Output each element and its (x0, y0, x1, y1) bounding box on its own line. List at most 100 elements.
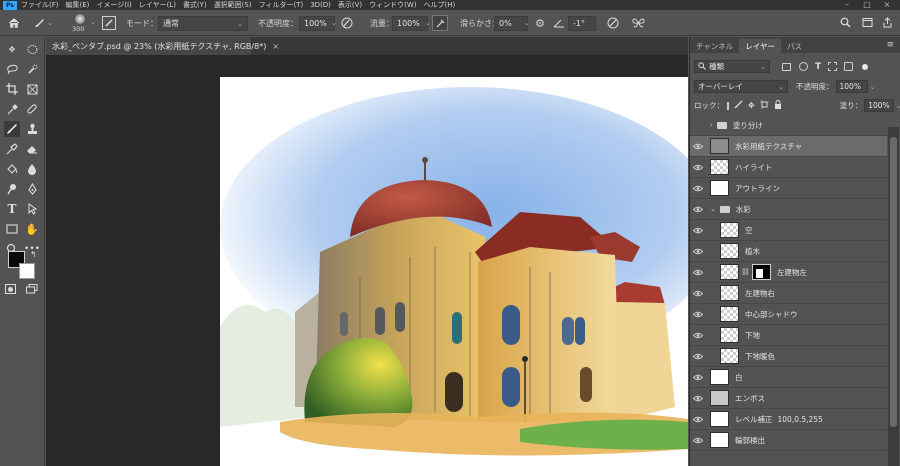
move-tool-icon[interactable]: ✥ (4, 41, 20, 57)
filter-toggle-icon[interactable] (862, 63, 869, 70)
chevron-down-icon[interactable]: ⌄ (331, 19, 337, 27)
canvas-area[interactable] (46, 55, 688, 466)
tab-layers[interactable]: レイヤー (739, 39, 782, 53)
layer-row[interactable]: 下地暖色 (690, 346, 887, 367)
brush-tool-icon[interactable] (4, 121, 20, 137)
maximize-icon[interactable]: □ (860, 0, 874, 10)
eye-icon[interactable] (690, 290, 706, 297)
brush-tool-preset-icon[interactable]: ⌄ (32, 15, 54, 31)
menu-filter[interactable]: フィルター(T) (259, 0, 304, 10)
layer-row[interactable]: レベル補正 100,0.5,255 (690, 409, 887, 430)
filter-pixel-icon[interactable] (782, 62, 791, 71)
path-selection-tool-icon[interactable] (24, 201, 40, 217)
eye-icon[interactable] (690, 248, 706, 255)
document-tab[interactable]: 水彩_ペンタブ.psd @ 23% (水彩用紙テクスチャ, RGB/8*) × (46, 37, 279, 55)
menu-window[interactable]: ウィンドウ(W) (369, 0, 416, 10)
gear-icon[interactable]: ⚙ (533, 16, 547, 30)
home-icon[interactable] (6, 15, 22, 31)
layer-row[interactable]: 左建物右 (690, 283, 887, 304)
history-brush-tool-icon[interactable] (4, 141, 20, 157)
eye-icon[interactable] (690, 416, 706, 423)
airbrush-icon[interactable] (432, 15, 448, 31)
pressure-size-icon[interactable] (606, 16, 620, 30)
hand-tool-icon[interactable]: ✋ (24, 221, 40, 237)
background-color-swatch[interactable] (19, 263, 35, 279)
quick-selection-tool-icon[interactable] (24, 61, 40, 77)
layer-filter-kind-select[interactable]: 種類 ⌄ (694, 60, 770, 73)
brush-settings-panel-icon[interactable] (102, 16, 116, 30)
layer-row[interactable]: › 塗り分け (690, 115, 887, 136)
eye-icon[interactable] (690, 227, 706, 234)
eye-icon[interactable] (690, 311, 706, 318)
pen-tool-icon[interactable] (24, 181, 40, 197)
layer-row[interactable]: ⛓ 左建物左 (690, 262, 887, 283)
blur-tool-icon[interactable] (24, 161, 40, 177)
layer-row[interactable]: 空 (690, 220, 887, 241)
workspace-icon[interactable] (860, 15, 874, 29)
lock-transparency-icon[interactable] (727, 101, 729, 110)
layer-row[interactable]: エンボス (690, 388, 887, 409)
type-tool-icon[interactable]: T (4, 201, 20, 217)
flow-input[interactable]: 100% (392, 16, 428, 31)
eye-icon[interactable] (690, 164, 706, 171)
eye-icon[interactable] (690, 269, 706, 276)
layer-row[interactable]: 白 (690, 367, 887, 388)
layer-row-selected[interactable]: 水彩用紙テクスチャ (690, 136, 887, 157)
paint-bucket-tool-icon[interactable] (4, 161, 20, 177)
layer-row[interactable]: ハイライト (690, 157, 887, 178)
lock-all-icon[interactable] (774, 99, 782, 112)
scrollbar-thumb[interactable] (890, 137, 897, 427)
brush-size-picker[interactable]: 300 ⌄ (66, 13, 96, 35)
share-icon[interactable] (880, 15, 894, 29)
layer-opacity-input[interactable]: 100% (835, 80, 868, 93)
layer-mask-thumbnail[interactable] (751, 264, 771, 280)
link-icon[interactable]: ⛓ (741, 268, 750, 276)
frame-tool-icon[interactable] (24, 81, 40, 97)
lock-position-icon[interactable]: ✥ (748, 101, 755, 110)
healing-brush-tool-icon[interactable] (24, 101, 40, 117)
panel-menu-icon[interactable]: ≡ (886, 40, 894, 50)
opacity-input[interactable]: 100% (299, 16, 335, 31)
chevron-down-icon[interactable]: ⌄ (870, 83, 876, 91)
layer-group-row[interactable]: ⌄ 水彩 (690, 199, 887, 220)
search-icon[interactable] (838, 15, 852, 29)
menu-file[interactable]: ファイル(F) (21, 0, 59, 10)
eye-icon[interactable] (690, 206, 706, 213)
quick-mask-icon[interactable] (5, 284, 16, 294)
tab-channels[interactable]: チャンネル (690, 39, 739, 53)
menu-edit[interactable]: 編集(E) (66, 0, 90, 10)
layer-row[interactable]: 植木 (690, 241, 887, 262)
filter-type-icon[interactable]: T (815, 62, 821, 72)
filter-smart-object-icon[interactable] (844, 62, 854, 71)
lock-pixels-icon[interactable] (734, 100, 743, 112)
eye-icon[interactable] (690, 437, 706, 444)
symmetry-butterfly-icon[interactable] (631, 16, 645, 30)
screen-mode-icon[interactable] (26, 284, 38, 294)
layers-scrollbar[interactable] (888, 127, 899, 466)
tab-paths[interactable]: パス (781, 39, 808, 53)
dodge-tool-icon[interactable] (4, 181, 20, 197)
pressure-opacity-icon[interactable] (340, 16, 354, 30)
eye-icon[interactable] (690, 332, 706, 339)
chevron-down-icon[interactable]: ⌄ (425, 19, 431, 27)
lasso-tool-icon[interactable] (4, 61, 20, 77)
menu-layer[interactable]: レイヤー(L) (139, 0, 176, 10)
swap-colors-icon[interactable]: ↰ (30, 250, 37, 259)
layer-row[interactable]: 中心部シャドウ (690, 304, 887, 325)
menu-select[interactable]: 選択範囲(S) (214, 0, 252, 10)
clone-stamp-tool-icon[interactable] (24, 121, 40, 137)
eye-icon[interactable] (690, 353, 706, 360)
eyedropper-tool-icon[interactable] (4, 101, 20, 117)
close-document-icon[interactable]: × (272, 42, 279, 51)
chevron-down-icon[interactable]: ⌄ (896, 102, 900, 110)
menu-type[interactable]: 書式(Y) (183, 0, 207, 10)
fill-input[interactable]: 100% (864, 99, 894, 112)
eraser-tool-icon[interactable] (24, 141, 40, 157)
layer-row[interactable]: 下地 (690, 325, 887, 346)
minimize-icon[interactable]: – (840, 0, 854, 10)
crop-tool-icon[interactable] (4, 81, 20, 97)
layer-row[interactable]: アウトライン (690, 178, 887, 199)
filter-adjustment-icon[interactable] (799, 62, 808, 71)
menu-view[interactable]: 表示(V) (338, 0, 362, 10)
chevron-right-icon[interactable]: › (710, 121, 713, 129)
